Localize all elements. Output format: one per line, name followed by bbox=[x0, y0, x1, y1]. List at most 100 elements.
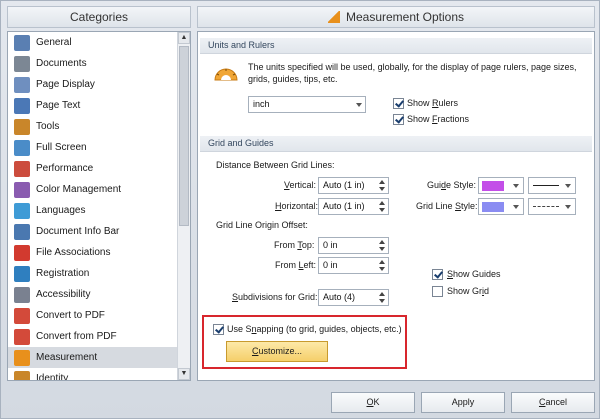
category-item[interactable]: Page Text bbox=[8, 95, 178, 116]
categories-scrollbar[interactable]: ▲ ▼ bbox=[177, 32, 190, 380]
show-grid-checkbox[interactable] bbox=[432, 286, 443, 297]
spin-up-icon[interactable] bbox=[379, 260, 385, 264]
category-label: Identity bbox=[36, 373, 69, 381]
category-item[interactable]: Document Info Bar bbox=[8, 221, 178, 242]
spin-up-icon[interactable] bbox=[379, 180, 385, 184]
units-dropdown[interactable]: inch bbox=[248, 96, 366, 113]
category-item[interactable]: Page Display bbox=[8, 74, 178, 95]
from-top-label: From Top: bbox=[274, 240, 315, 250]
scrollbar-thumb[interactable] bbox=[179, 46, 189, 226]
use-snapping-checkbox[interactable] bbox=[213, 324, 224, 335]
category-label: Languages bbox=[36, 205, 86, 216]
guide-style-label: Guide Style: bbox=[427, 180, 477, 190]
ruler-protractor-icon bbox=[214, 68, 238, 81]
spin-up-icon[interactable] bbox=[379, 292, 385, 296]
subdivisions-label: Subdivisions for Grid: bbox=[232, 292, 318, 302]
grid-line-color-picker[interactable] bbox=[478, 198, 524, 215]
page-display-icon bbox=[14, 76, 30, 93]
horizontal-spinner[interactable]: Auto (1 in) bbox=[318, 198, 389, 215]
full-screen-icon bbox=[14, 139, 30, 156]
options-dialog: Categories General Documents Page Display P… bbox=[0, 0, 600, 419]
grid-group-title: Grid and Guides bbox=[200, 136, 592, 152]
category-item[interactable]: Convert from PDF bbox=[8, 326, 178, 347]
category-item[interactable]: Registration bbox=[8, 263, 178, 284]
category-label: Document Info Bar bbox=[36, 226, 120, 237]
convert-from-pdf-icon bbox=[14, 328, 30, 345]
category-item[interactable]: Documents bbox=[8, 53, 178, 74]
origin-offset-label: Grid Line Origin Offset: bbox=[216, 220, 308, 230]
document-info-bar-icon bbox=[14, 223, 30, 240]
spin-down-icon[interactable] bbox=[379, 247, 385, 251]
category-item[interactable]: Performance bbox=[8, 158, 178, 179]
spin-up-icon[interactable] bbox=[379, 201, 385, 205]
category-label: File Associations bbox=[36, 247, 111, 258]
grid-line-style-label: Grid Line Style: bbox=[416, 201, 478, 211]
categories-list: General Documents Page Display Page Text Too… bbox=[8, 32, 178, 381]
category-label: Registration bbox=[36, 268, 90, 279]
grid-line-style-select[interactable] bbox=[528, 198, 576, 215]
show-rulers-checkbox[interactable] bbox=[393, 98, 404, 109]
spin-down-icon[interactable] bbox=[379, 187, 385, 191]
show-guides-checkbox[interactable] bbox=[432, 269, 443, 280]
languages-icon bbox=[14, 202, 30, 219]
guide-color-picker[interactable] bbox=[478, 177, 524, 194]
page-text-icon bbox=[14, 97, 30, 114]
category-label: Accessibility bbox=[36, 289, 91, 300]
spin-down-icon[interactable] bbox=[379, 299, 385, 303]
units-description-line1: The units specified will be used, global… bbox=[248, 62, 577, 72]
options-header: Measurement Options bbox=[197, 6, 595, 28]
show-grid-label: Show Grid bbox=[447, 286, 490, 296]
subdivisions-spinner[interactable]: Auto (4) bbox=[318, 289, 389, 306]
chevron-down-icon bbox=[565, 184, 571, 188]
documents-icon bbox=[14, 55, 30, 72]
spin-down-icon[interactable] bbox=[379, 267, 385, 271]
category-label: Documents bbox=[36, 58, 87, 69]
category-item[interactable]: General bbox=[8, 32, 178, 53]
ok-button[interactable]: OK bbox=[331, 392, 415, 413]
spin-up-icon[interactable] bbox=[379, 240, 385, 244]
guide-line-style-select[interactable] bbox=[528, 177, 576, 194]
accessibility-icon bbox=[14, 286, 30, 303]
vertical-spinner[interactable]: Auto (1 in) bbox=[318, 177, 389, 194]
category-item[interactable]: Measurement bbox=[8, 347, 178, 368]
performance-icon bbox=[14, 160, 30, 177]
category-label: Performance bbox=[36, 163, 94, 174]
scroll-up-arrow-icon[interactable]: ▲ bbox=[178, 32, 190, 44]
from-top-spinner[interactable]: 0 in bbox=[318, 237, 389, 254]
use-snapping-label: Use Snapping (to grid, guides, objects, … bbox=[227, 324, 402, 334]
vertical-label: Vertical: bbox=[284, 180, 317, 190]
scroll-down-arrow-icon[interactable]: ▼ bbox=[178, 368, 190, 380]
category-item[interactable]: Full Screen bbox=[8, 137, 178, 158]
from-left-spinner[interactable]: 0 in bbox=[318, 257, 389, 274]
chevron-down-icon bbox=[513, 205, 519, 209]
category-item[interactable]: Convert to PDF bbox=[8, 305, 178, 326]
show-rulers-label: Show Rulers bbox=[407, 98, 459, 108]
snapping-highlight: Use Snapping (to grid, guides, objects, … bbox=[202, 315, 407, 369]
apply-button[interactable]: Apply bbox=[421, 392, 505, 413]
category-item[interactable]: Identity bbox=[8, 368, 178, 381]
grid-line-color-swatch bbox=[482, 202, 504, 212]
categories-header: Categories bbox=[7, 6, 191, 28]
category-label: Color Management bbox=[36, 184, 122, 195]
category-item[interactable]: File Associations bbox=[8, 242, 178, 263]
measurement-icon bbox=[327, 11, 340, 23]
convert-to-pdf-icon bbox=[14, 307, 30, 324]
measurement-icon bbox=[14, 349, 30, 366]
category-item[interactable]: Accessibility bbox=[8, 284, 178, 305]
solid-line-icon bbox=[533, 185, 559, 186]
show-fractions-label: Show Fractions bbox=[407, 114, 470, 124]
category-item[interactable]: Color Management bbox=[8, 179, 178, 200]
file-associations-icon bbox=[14, 244, 30, 261]
spin-down-icon[interactable] bbox=[379, 208, 385, 212]
show-guides-label: Show Guides bbox=[447, 269, 501, 279]
category-item[interactable]: Languages bbox=[8, 200, 178, 221]
customize-button[interactable]: Customize... bbox=[226, 341, 328, 362]
category-label: Convert from PDF bbox=[36, 331, 117, 342]
category-label: General bbox=[36, 37, 72, 48]
category-item[interactable]: Tools bbox=[8, 116, 178, 137]
cancel-button[interactable]: Cancel bbox=[511, 392, 595, 413]
category-label: Tools bbox=[36, 121, 60, 132]
show-fractions-checkbox[interactable] bbox=[393, 114, 404, 125]
categories-panel: General Documents Page Display Page Text Too… bbox=[7, 31, 191, 381]
category-label: Full Screen bbox=[36, 142, 87, 153]
